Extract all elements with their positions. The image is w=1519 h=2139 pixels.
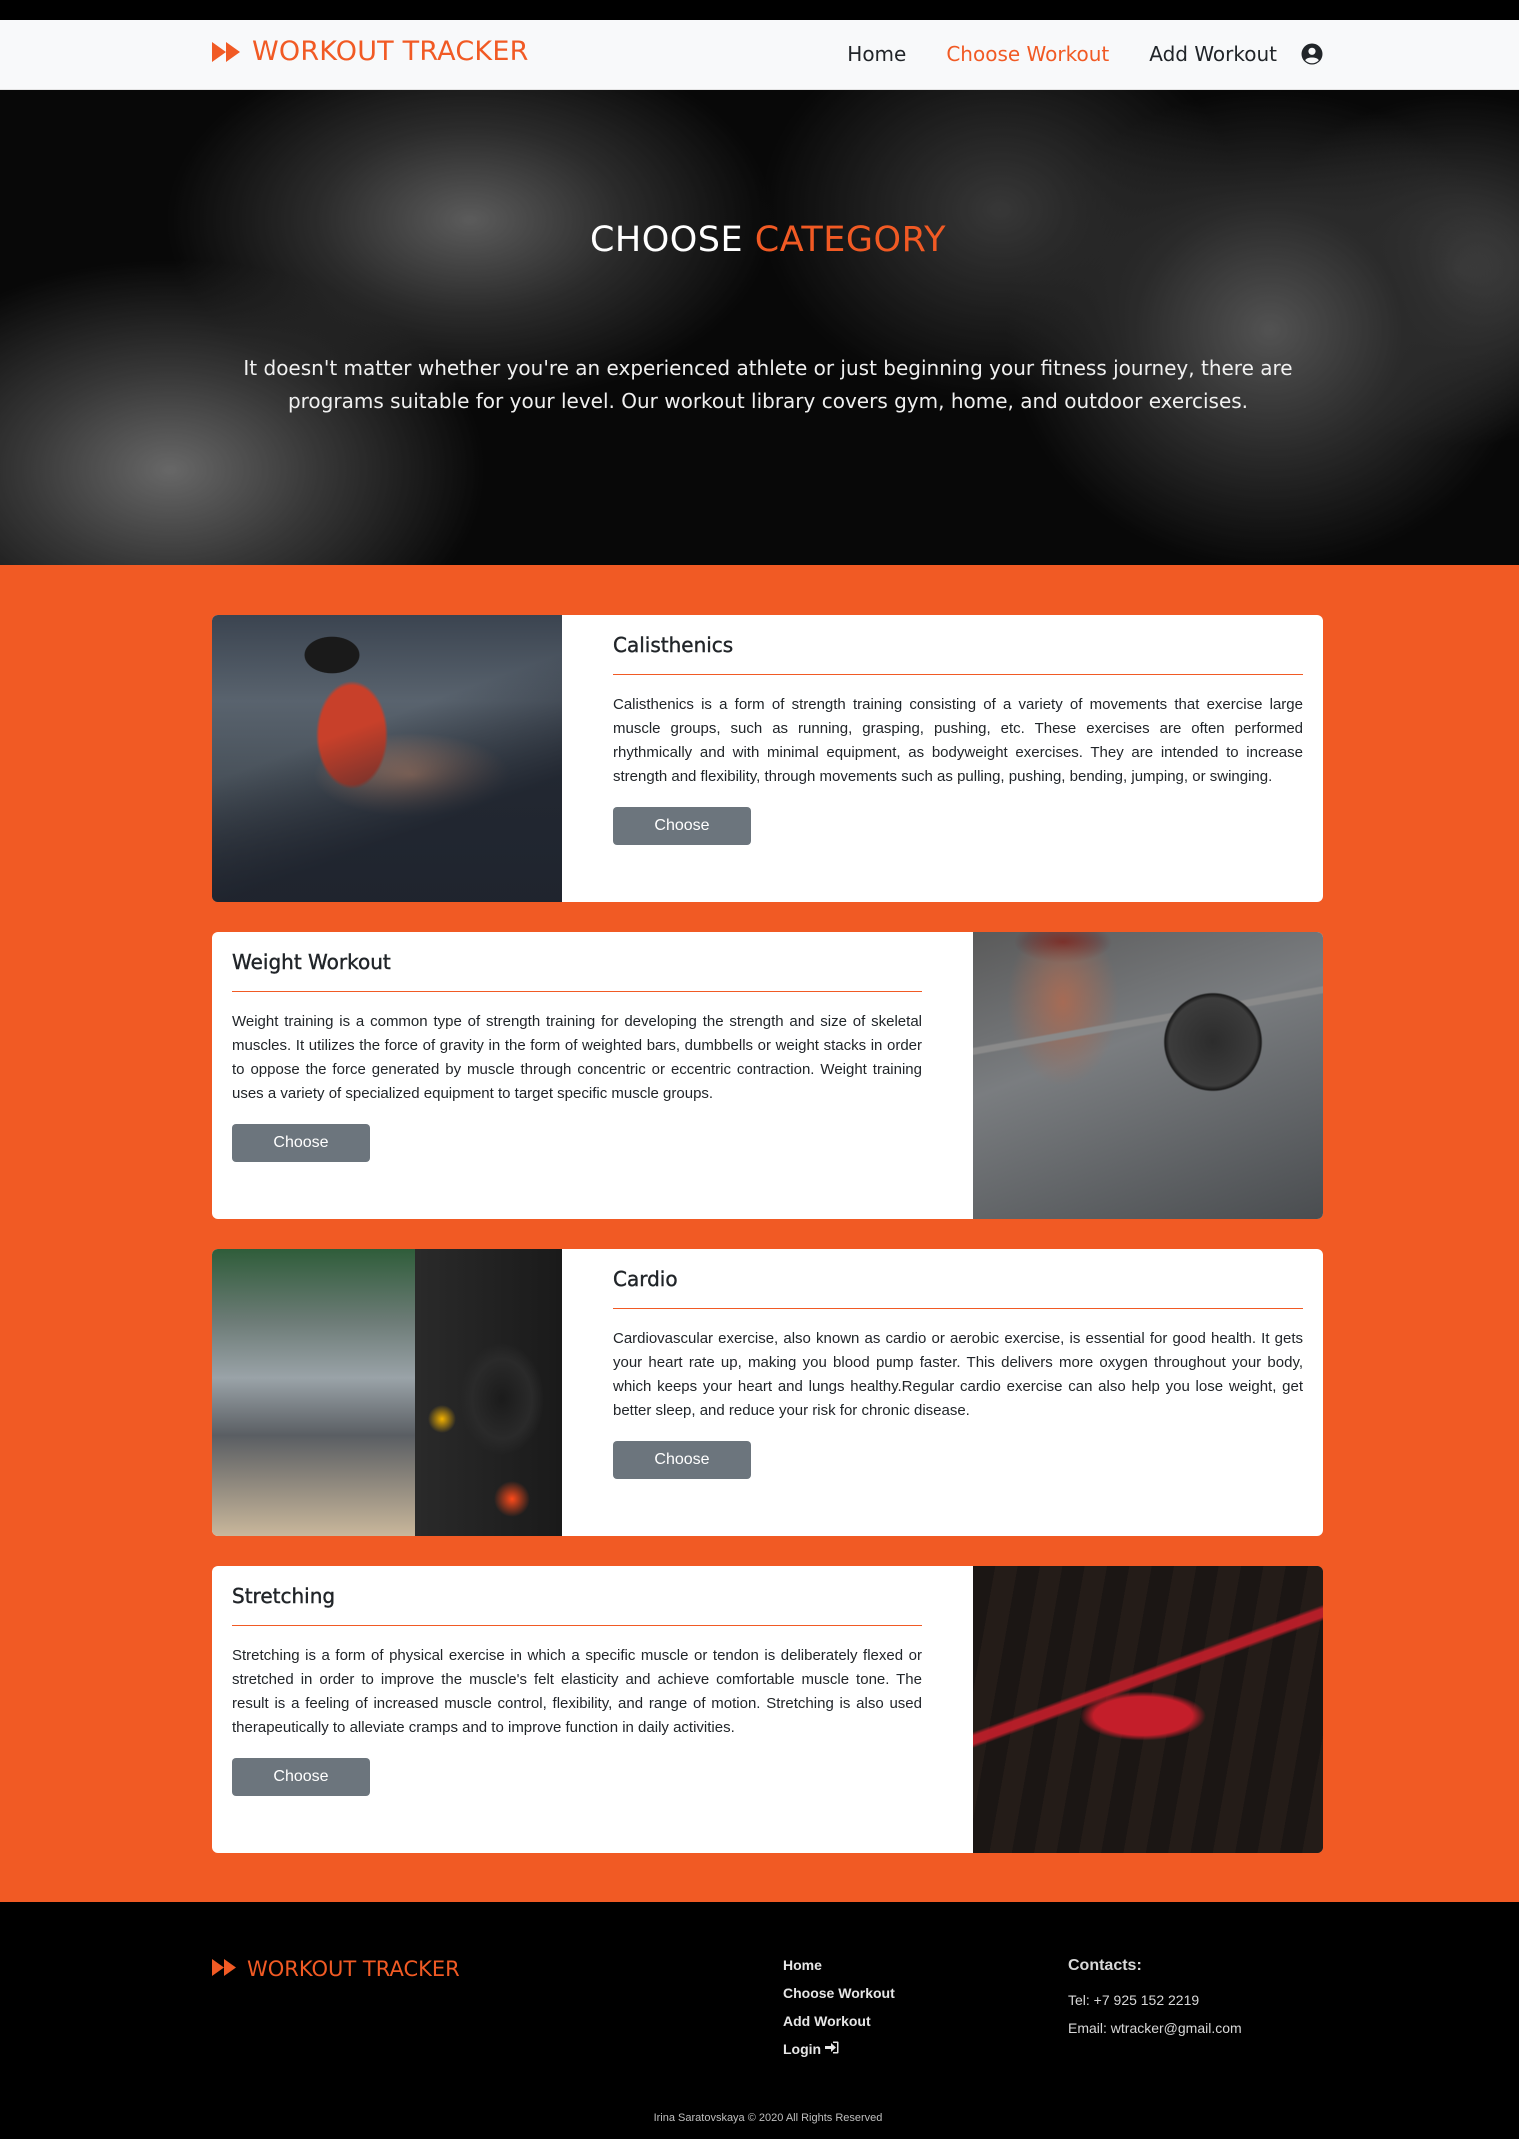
- category-card-calisthenics: Calisthenics Calisthenics is a form of s…: [212, 615, 1323, 902]
- choose-button[interactable]: Choose: [613, 1441, 751, 1479]
- title-part-2: CATEGORY: [754, 220, 947, 260]
- nav-add-workout[interactable]: Add Workout: [1149, 42, 1277, 66]
- card-title: Cardio: [613, 1267, 678, 1291]
- brand-text: WORKOUT TRACKER: [252, 36, 529, 67]
- weight-workout-image: [973, 932, 1323, 1219]
- footer-link-add-workout[interactable]: Add Workout: [783, 2012, 895, 2031]
- footer-brand-text: WORKOUT TRACKER: [247, 1957, 460, 1981]
- card-text: Weight training is a common type of stre…: [232, 1013, 922, 1102]
- card-divider: [232, 991, 922, 992]
- stretching-image: [973, 1566, 1323, 1853]
- card-body: Stretching Stretching is a form of physi…: [232, 1566, 922, 1796]
- title-part-1: CHOOSE: [589, 220, 744, 260]
- card-divider: [613, 1308, 1303, 1309]
- sign-in-icon: [825, 2040, 839, 2059]
- copyright: Irina Saratovskaya © 2020 All Rights Res…: [653, 2112, 883, 2124]
- fast-forward-icon: [212, 1957, 238, 1981]
- brand-link[interactable]: WORKOUT TRACKER: [212, 36, 529, 67]
- choose-button[interactable]: Choose: [232, 1124, 370, 1162]
- hero-banner: CHOOSE CATEGORY It doesn't matter whethe…: [0, 90, 1519, 565]
- user-circle-icon[interactable]: [1301, 43, 1323, 65]
- fast-forward-icon: [212, 41, 242, 62]
- footer: WORKOUT TRACKER Home Choose Workout Add …: [0, 1902, 1519, 2139]
- footer-link-home[interactable]: Home: [783, 1956, 895, 1975]
- nav-home[interactable]: Home: [847, 42, 906, 66]
- card-body: Cardio Cardiovascular exercise, also kno…: [613, 1249, 1303, 1479]
- navbar: WORKOUT TRACKER Home Choose Workout Add …: [0, 20, 1519, 90]
- top-strip: [0, 0, 1519, 20]
- contact-phone: Tel: +7 925 152 2219: [1068, 1992, 1200, 2008]
- card-title: Stretching: [232, 1584, 336, 1608]
- calisthenics-image: [212, 615, 562, 902]
- contacts-block: Contacts: Tel: +7 925 152 2219 Email: wt…: [1068, 1957, 1242, 2042]
- card-text: Cardiovascular exercise, also known as c…: [613, 1330, 1303, 1419]
- card-text: Stretching is a form of physical exercis…: [232, 1647, 922, 1736]
- card-body: Calisthenics Calisthenics is a form of s…: [613, 615, 1303, 845]
- card-title: Calisthenics: [613, 633, 734, 657]
- card-body: Weight Workout Weight training is a comm…: [232, 932, 922, 1162]
- page-title: CHOOSE CATEGORY: [0, 220, 1519, 260]
- card-divider: [613, 674, 1303, 675]
- categories-section: Calisthenics Calisthenics is a form of s…: [0, 565, 1519, 1902]
- choose-button[interactable]: Choose: [232, 1758, 370, 1796]
- contact-email: Email: wtracker@gmail.com: [1068, 2020, 1242, 2036]
- footer-links: Home Choose Workout Add Workout Login: [783, 1956, 895, 2059]
- card-divider: [232, 1625, 922, 1626]
- footer-link-login[interactable]: Login: [783, 2040, 895, 2059]
- footer-link-choose-workout[interactable]: Choose Workout: [783, 1984, 895, 2003]
- footer-brand[interactable]: WORKOUT TRACKER: [212, 1957, 460, 1981]
- category-card-stretching: Stretching Stretching is a form of physi…: [212, 1566, 1323, 1853]
- cardio-image: [212, 1249, 562, 1536]
- nav-choose-workout[interactable]: Choose Workout: [946, 42, 1109, 66]
- card-title: Weight Workout: [232, 950, 391, 974]
- contacts-title: Contacts:: [1068, 1957, 1142, 1974]
- category-card-cardio: Cardio Cardiovascular exercise, also kno…: [212, 1249, 1323, 1536]
- hero-text: It doesn't matter whether you're an expe…: [243, 356, 1293, 413]
- card-text: Calisthenics is a form of strength train…: [613, 696, 1303, 785]
- category-card-weight-workout: Weight Workout Weight training is a comm…: [212, 932, 1323, 1219]
- main-nav: Home Choose Workout Add Workout: [847, 42, 1323, 66]
- footer-link-login-label: Login: [783, 2041, 822, 2057]
- hero-background-image: [0, 90, 1519, 565]
- choose-button[interactable]: Choose: [613, 807, 751, 845]
